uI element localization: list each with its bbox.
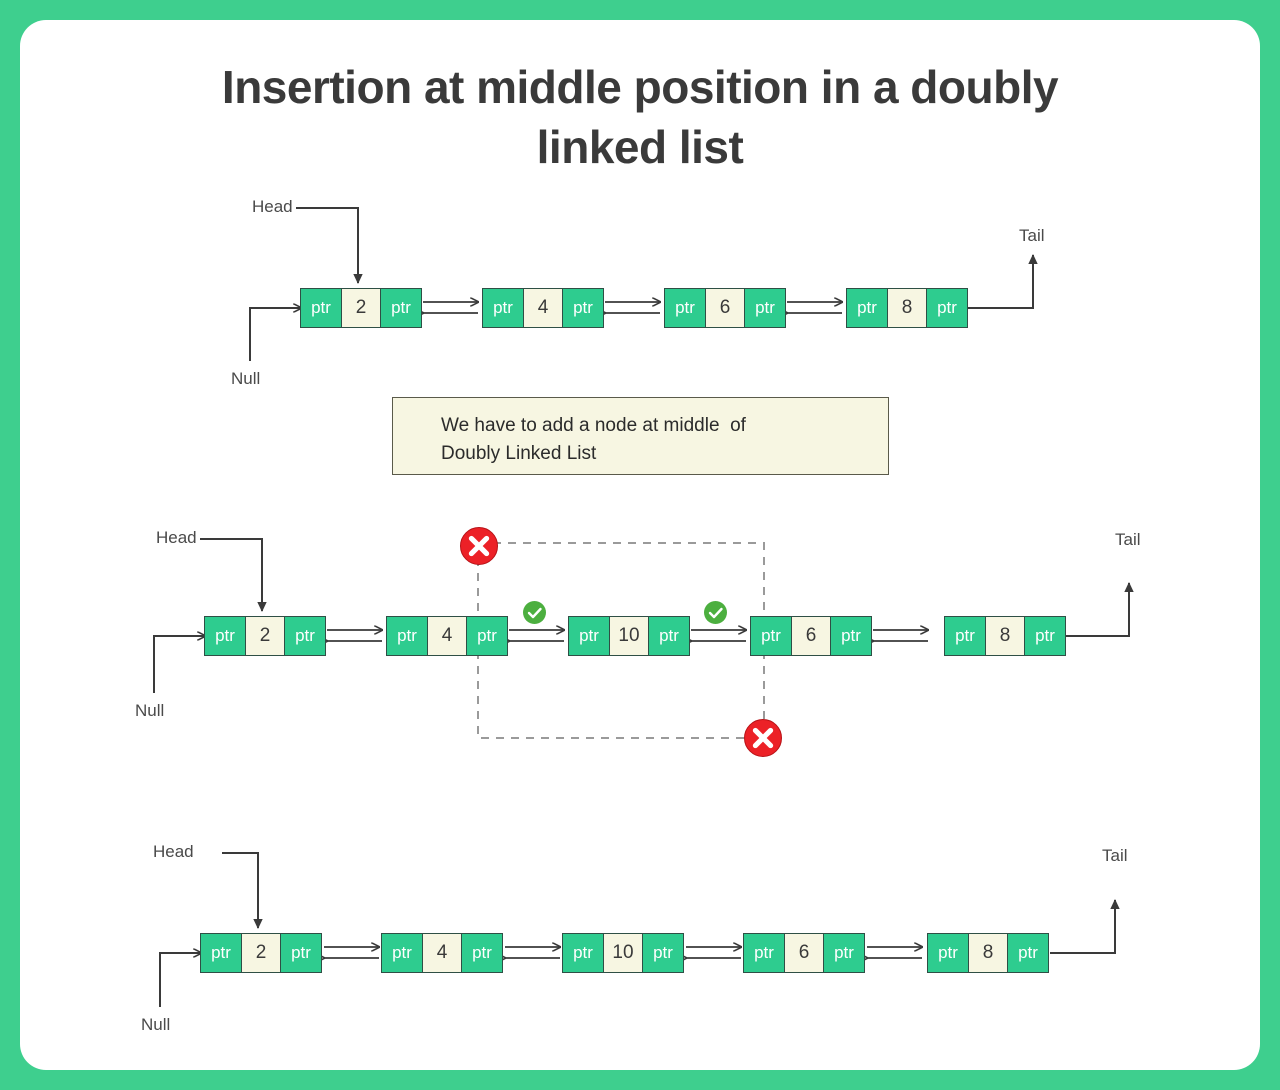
node-left-ptr: ptr: [928, 934, 968, 972]
node-value: 10: [603, 934, 643, 972]
node-value: 8: [887, 289, 927, 327]
list-node: ptr 2 ptr: [200, 933, 322, 973]
node-value: 6: [784, 934, 824, 972]
node-right-ptr: ptr: [649, 617, 689, 655]
node-right-ptr: ptr: [381, 289, 421, 327]
node-left-ptr: ptr: [751, 617, 791, 655]
list-node: ptr 2 ptr: [300, 288, 422, 328]
node-right-ptr: ptr: [281, 934, 321, 972]
row3-link-6-8: [867, 947, 922, 958]
row3-link-2-4: [324, 947, 379, 958]
list-node: ptr 6 ptr: [750, 616, 872, 656]
list-node: ptr 6 ptr: [664, 288, 786, 328]
list-node: ptr 8 ptr: [927, 933, 1049, 973]
row2-null-pointer: [153, 636, 205, 693]
node-left-ptr: ptr: [483, 289, 523, 327]
node-value: 2: [241, 934, 281, 972]
list-node: ptr 4 ptr: [482, 288, 604, 328]
row3-tail-pointer: [1050, 899, 1120, 954]
node-right-ptr: ptr: [462, 934, 502, 972]
row3-null-pointer: [159, 953, 201, 1007]
node-right-ptr: ptr: [745, 289, 785, 327]
node-left-ptr: ptr: [569, 617, 609, 655]
row1-link-4-6: [605, 302, 660, 313]
row2-tail-label: Tail: [1115, 530, 1141, 549]
new-list-node: ptr 10 ptr: [568, 616, 690, 656]
node-right-ptr: ptr: [467, 617, 507, 655]
node-value: 2: [245, 617, 285, 655]
row1-head-label: Head: [252, 197, 293, 216]
row2-link-2-4: [327, 630, 382, 641]
row1-tail-label: Tail: [1019, 226, 1045, 245]
node-value: 6: [705, 289, 745, 327]
x-icon: [468, 535, 490, 557]
list-node: ptr 8 ptr: [846, 288, 968, 328]
list-node: ptr 2 ptr: [204, 616, 326, 656]
new-link-icon: [523, 601, 546, 624]
page-title: Insertion at middle position in a doubly…: [221, 61, 1059, 173]
node-value: 8: [985, 617, 1025, 655]
row1-null-pointer: [249, 308, 301, 361]
node-right-ptr: ptr: [1008, 934, 1048, 972]
row3-null-label: Null: [141, 1015, 171, 1034]
content-card: Insertion at middle position in a doubly…: [20, 20, 1260, 1070]
node-value: 10: [609, 617, 649, 655]
list-node: ptr 8 ptr: [944, 616, 1066, 656]
node-right-ptr: ptr: [643, 934, 683, 972]
check-icon: [708, 607, 723, 619]
node-right-ptr: ptr: [285, 617, 325, 655]
node-left-ptr: ptr: [301, 289, 341, 327]
node-right-ptr: ptr: [824, 934, 864, 972]
row2-link-10-6: [691, 630, 746, 641]
row1-head-pointer: [296, 207, 363, 284]
x-icon: [752, 727, 774, 749]
node-right-ptr: ptr: [831, 617, 871, 655]
node-left-ptr: ptr: [382, 934, 422, 972]
node-left-ptr: ptr: [205, 617, 245, 655]
row1-link-2-4: [423, 302, 478, 313]
row2-link-6-8: [873, 630, 928, 641]
row2-link-4-10: [509, 630, 564, 641]
node-left-ptr: ptr: [201, 934, 241, 972]
node-left-ptr: ptr: [387, 617, 427, 655]
page-frame: Insertion at middle position in a doubly…: [0, 0, 1280, 1090]
node-left-ptr: ptr: [847, 289, 887, 327]
row2-head-label: Head: [156, 528, 197, 547]
node-left-ptr: ptr: [945, 617, 985, 655]
list-node: ptr 4 ptr: [381, 933, 503, 973]
node-left-ptr: ptr: [563, 934, 603, 972]
row1-null-label: Null: [231, 369, 261, 388]
node-value: 6: [791, 617, 831, 655]
row2-null-label: Null: [135, 701, 165, 720]
row3-head-pointer: [222, 852, 263, 929]
node-right-ptr: ptr: [1025, 617, 1065, 655]
node-left-ptr: ptr: [665, 289, 705, 327]
node-value: 8: [968, 934, 1008, 972]
row3-link-4-10: [505, 947, 560, 958]
node-value: 4: [523, 289, 563, 327]
row2-head-pointer: [200, 538, 267, 612]
check-icon: [527, 607, 542, 619]
node-value: 2: [341, 289, 381, 327]
list-node: ptr 10 ptr: [562, 933, 684, 973]
row3-head-label: Head: [153, 842, 194, 861]
row3-link-10-6: [686, 947, 741, 958]
node-value: 4: [422, 934, 462, 972]
instruction-note: We have to add a node at middle of Doubl…: [392, 397, 889, 475]
row3-tail-label: Tail: [1102, 846, 1128, 865]
row1-link-6-8: [787, 302, 842, 313]
row1-tail-pointer: [967, 254, 1038, 309]
new-link-icon: [704, 601, 727, 624]
node-left-ptr: ptr: [744, 934, 784, 972]
broken-link-icon: [460, 527, 498, 565]
list-node: ptr 6 ptr: [743, 933, 865, 973]
node-right-ptr: ptr: [563, 289, 603, 327]
broken-link-icon: [744, 719, 782, 757]
node-value: 4: [427, 617, 467, 655]
row2-tail-pointer: [1063, 582, 1134, 637]
list-node: ptr 4 ptr: [386, 616, 508, 656]
node-right-ptr: ptr: [927, 289, 967, 327]
